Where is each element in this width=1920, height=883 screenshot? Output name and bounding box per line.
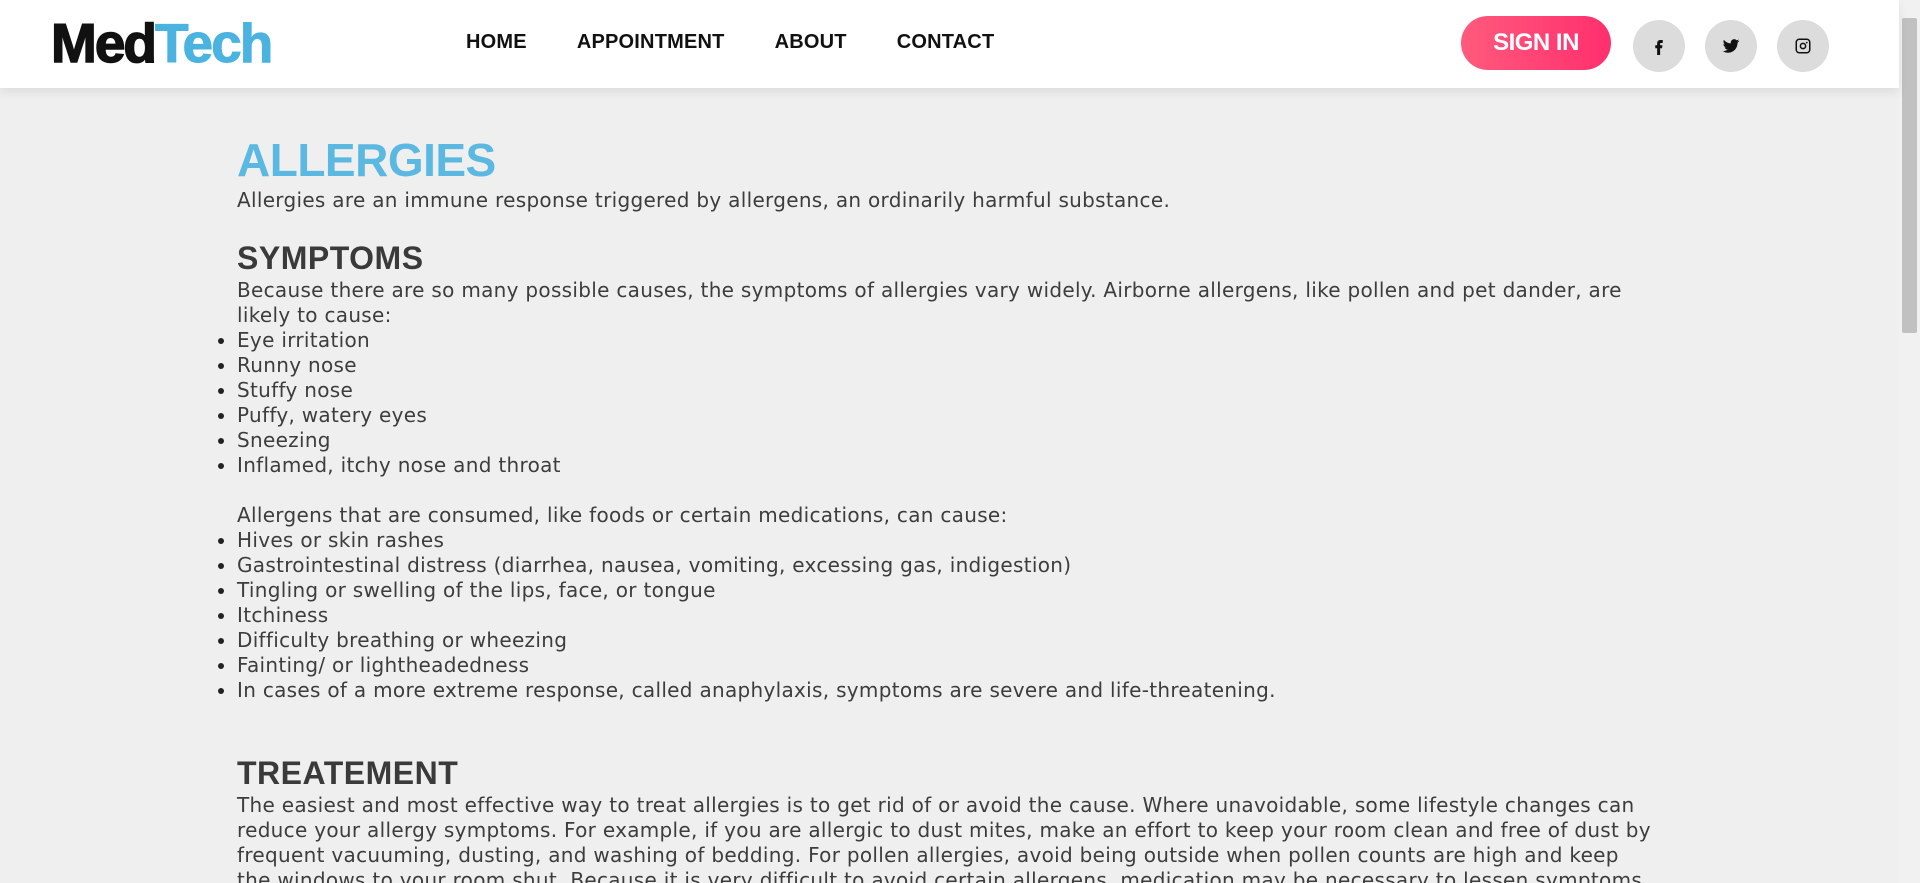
- consumed-intro: Allergens that are consumed, like foods …: [237, 503, 1008, 527]
- site-header: MedTech HOME APPOINTMENT ABOUT CONTACT S…: [0, 0, 1899, 88]
- treatment-heading: TREATEMENT: [237, 755, 459, 791]
- list-item: Puffy, watery eyes: [237, 403, 1657, 428]
- page-scrollbar[interactable]: [1899, 0, 1920, 883]
- main-nav: HOME APPOINTMENT ABOUT CONTACT: [466, 28, 1044, 56]
- airborne-symptoms-list: Eye irritation Runny nose Stuffy nose Pu…: [237, 328, 1657, 478]
- twitter-button[interactable]: [1705, 20, 1757, 72]
- sign-in-button[interactable]: SIGN IN: [1461, 16, 1611, 70]
- twitter-icon: [1722, 39, 1740, 53]
- list-item: In cases of a more extreme response, cal…: [237, 678, 1657, 703]
- nav-contact[interactable]: CONTACT: [897, 28, 995, 56]
- logo-part-med: Med: [50, 11, 158, 75]
- list-item: Fainting/ or lightheadedness: [237, 653, 1657, 678]
- instagram-button[interactable]: [1777, 20, 1829, 72]
- list-item: Stuffy nose: [237, 378, 1657, 403]
- article-intro: Allergies are an immune response trigger…: [237, 188, 1171, 212]
- nav-home[interactable]: HOME: [466, 28, 527, 56]
- list-item: Eye irritation: [237, 328, 1657, 353]
- consumed-symptoms-list: Hives or skin rashes Gastrointestinal di…: [237, 528, 1657, 703]
- list-item: Itchiness: [237, 603, 1657, 628]
- list-item: Runny nose: [237, 353, 1657, 378]
- site-logo[interactable]: MedTech: [50, 11, 274, 75]
- list-item: Gastrointestinal distress (diarrhea, nau…: [237, 553, 1657, 578]
- list-item: Tingling or swelling of the lips, face, …: [237, 578, 1657, 603]
- nav-about[interactable]: ABOUT: [775, 28, 847, 56]
- list-item: Sneezing: [237, 428, 1657, 453]
- list-item: Difficulty breathing or wheezing: [237, 628, 1657, 653]
- nav-appointment[interactable]: APPOINTMENT: [577, 28, 725, 56]
- article-content: ALLERGIES Allergies are an immune respon…: [237, 132, 1657, 883]
- logo-part-tech: Tech: [154, 12, 273, 75]
- list-item: Inflamed, itchy nose and throat: [237, 453, 1657, 478]
- facebook-icon: [1655, 40, 1663, 55]
- treatment-text: The easiest and most effective way to tr…: [237, 793, 1651, 883]
- facebook-button[interactable]: [1633, 20, 1685, 72]
- scrollbar-thumb[interactable]: [1902, 18, 1917, 333]
- symptoms-heading: SYMPTOMS: [237, 240, 424, 276]
- page-title: ALLERGIES: [237, 134, 496, 186]
- list-item: Hives or skin rashes: [237, 528, 1657, 553]
- instagram-icon: [1795, 38, 1811, 54]
- airborne-intro: Because there are so many possible cause…: [237, 278, 1622, 327]
